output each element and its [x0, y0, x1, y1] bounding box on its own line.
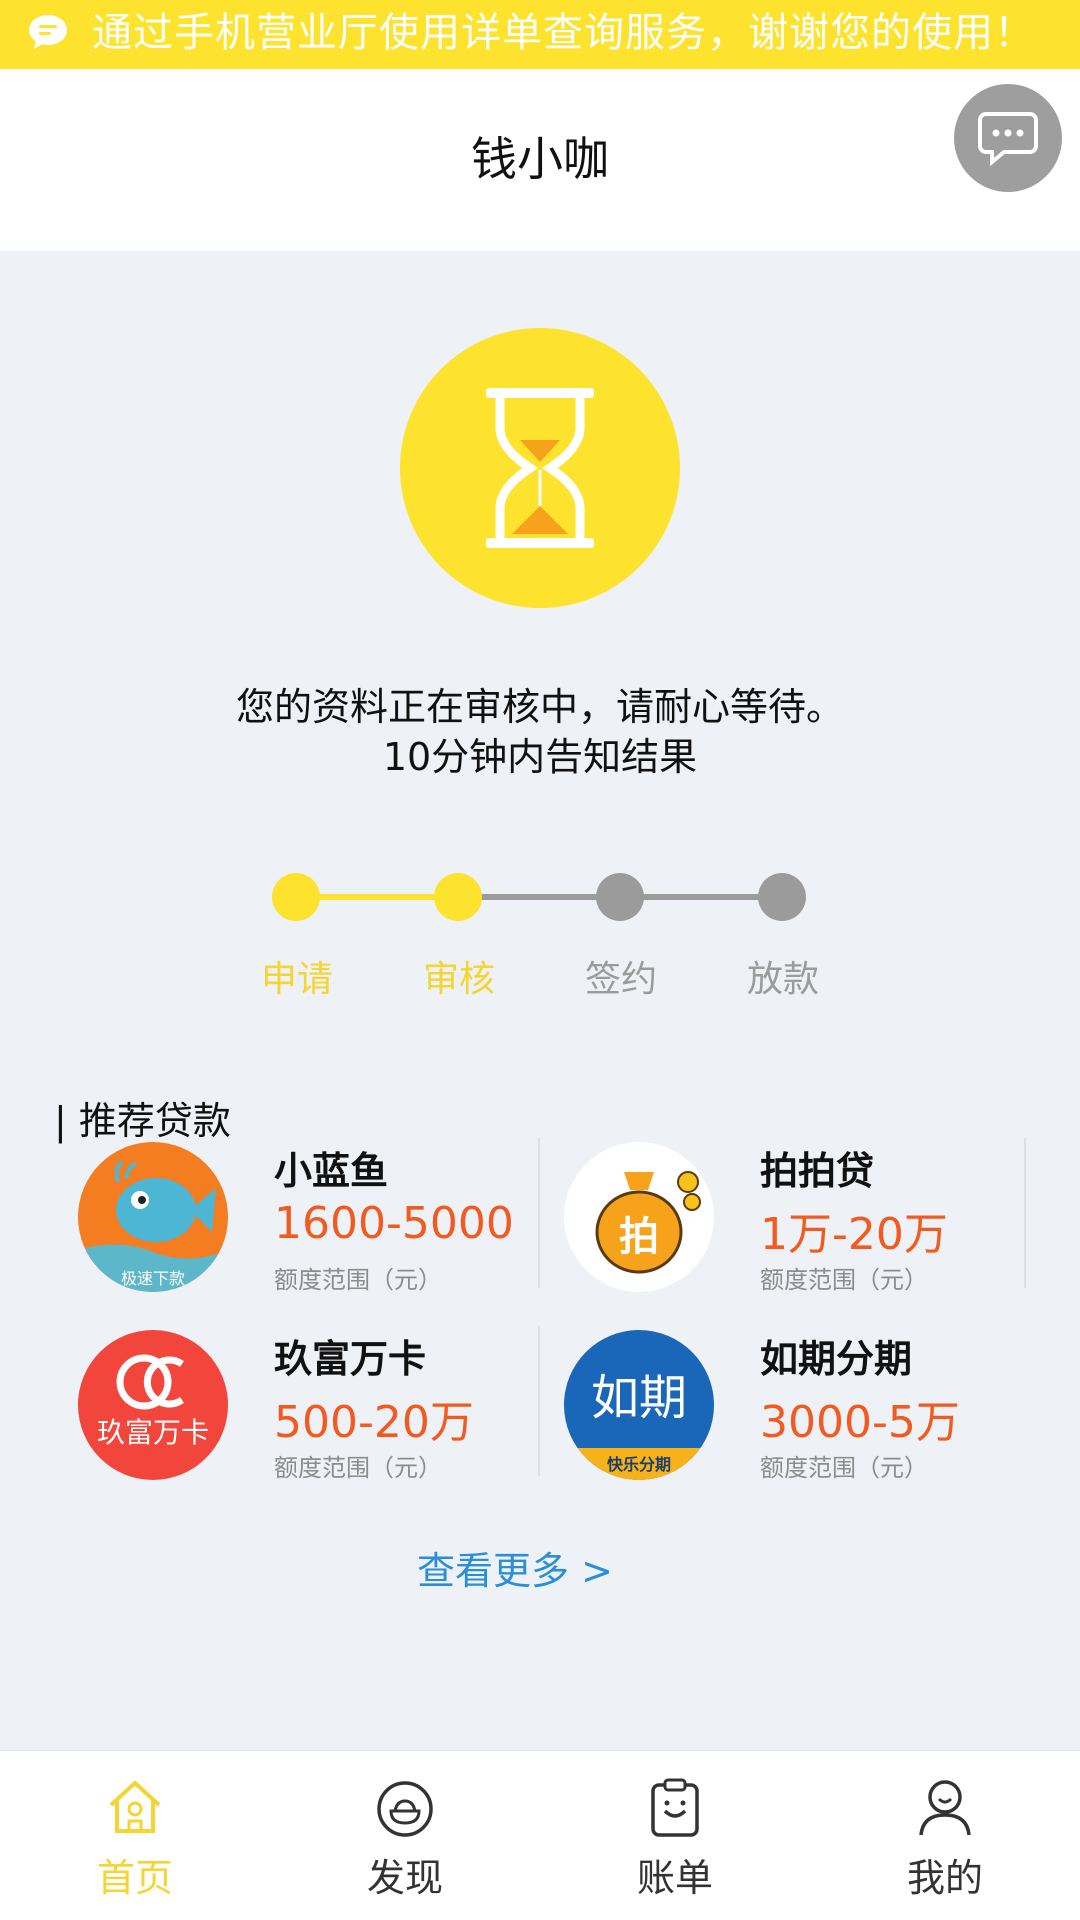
step-label-disburse: 放款	[746, 959, 819, 1000]
loan-card-paipaidai[interactable]: 拍 拍拍贷 1万-20万 额度范围（元）	[540, 1138, 1026, 1294]
loan-range: 1万-20万	[760, 1209, 948, 1260]
loan-card-ruqi[interactable]: 如期 快乐分期 如期分期 3000-5万 额度范围（元）	[540, 1326, 1026, 1482]
notice-marquee: 通过手机营业厅使用详单查询服务，谢谢您的使用！	[0, 0, 1080, 69]
tab-mine-label: 我的	[906, 1856, 983, 1900]
tab-discover-label: 发现	[366, 1856, 443, 1900]
xiaolanyu-logo-text: 极速下款	[121, 1269, 185, 1288]
loan-range: 1600-5000	[274, 1198, 514, 1249]
bottom-tab-bar: 首页 发现 账单 我的	[0, 1750, 1080, 1920]
discover-icon	[377, 1781, 433, 1837]
loan-range-caption: 额度范围（元）	[760, 1454, 928, 1482]
step-label-sign: 签约	[584, 959, 657, 1000]
jiufuwanka-logo-text: 玖富万卡	[97, 1416, 209, 1449]
step-dot-disburse	[758, 873, 806, 921]
loan-name: 小蓝鱼	[274, 1149, 389, 1193]
user-icon	[919, 1780, 971, 1836]
step-dot-review	[434, 873, 482, 921]
loan-range-caption: 额度范围（元）	[274, 1266, 442, 1294]
loan-name: 拍拍贷	[760, 1149, 875, 1193]
xiaolanyu-logo: 极速下款	[78, 1142, 228, 1292]
step-dot-apply	[272, 873, 320, 921]
step-dot-sign	[596, 873, 644, 921]
loan-name: 如期分期	[760, 1337, 913, 1381]
loan-name: 玖富万卡	[274, 1337, 427, 1381]
tab-bill[interactable]: 账单	[575, 1751, 775, 1920]
tab-home-label: 首页	[96, 1856, 173, 1900]
step-label-review: 审核	[422, 959, 495, 1000]
paipaidai-logo: 拍	[564, 1142, 714, 1292]
loan-range: 3000-5万	[760, 1397, 960, 1448]
loan-range: 500-20万	[274, 1397, 474, 1448]
review-status-message: 您的资料正在审核中，请耐心等待。 10分钟内告知结果	[0, 682, 1080, 782]
tab-mine[interactable]: 我的	[845, 1751, 1045, 1920]
tab-bill-label: 账单	[636, 1856, 713, 1900]
marquee-text: 通过手机营业厅使用详单查询服务，谢谢您的使用！	[92, 10, 1035, 56]
ruqi-logo-text: 如期	[591, 1370, 687, 1426]
chat-icon	[978, 112, 1038, 166]
page-title: 钱小咖	[471, 132, 609, 186]
tab-home[interactable]: 首页	[35, 1751, 235, 1920]
progress-steps: 申请 审核 签约 放款	[0, 868, 1080, 1000]
section-title-recommend: | 推荐贷款	[54, 1099, 231, 1143]
paipaidai-logo-text: 拍	[619, 1214, 659, 1260]
hourglass-icon	[486, 388, 594, 548]
app-header: 钱小咖	[0, 69, 1080, 251]
status-line-2: 10分钟内告知结果	[382, 735, 698, 779]
ruqi-logo-subtext: 快乐分期	[607, 1455, 671, 1474]
hourglass-badge	[400, 328, 680, 608]
chat-button[interactable]	[954, 84, 1062, 192]
loan-range-caption: 额度范围（元）	[760, 1266, 928, 1294]
see-more-link[interactable]: 查看更多 >	[0, 1540, 1030, 1595]
step-label-apply: 申请	[260, 959, 333, 1000]
ruqi-logo: 如期 快乐分期	[564, 1330, 714, 1480]
message-bubble-icon	[29, 15, 67, 49]
bill-icon	[651, 1778, 699, 1837]
loan-range-caption: 额度范围（元）	[274, 1454, 442, 1482]
loan-card-xiaolanyu[interactable]: 极速下款 小蓝鱼 1600-5000 额度范围（元）	[54, 1138, 540, 1294]
jiufuwanka-logo: 玖富万卡	[78, 1330, 228, 1480]
tab-discover[interactable]: 发现	[305, 1751, 505, 1920]
status-line-1: 您的资料正在审核中，请耐心等待。	[235, 685, 844, 729]
card-divider	[1024, 1138, 1026, 1288]
loan-card-jiufuwanka[interactable]: 玖富万卡 玖富万卡 500-20万 额度范围（元）	[54, 1326, 540, 1482]
home-icon	[109, 1781, 161, 1833]
